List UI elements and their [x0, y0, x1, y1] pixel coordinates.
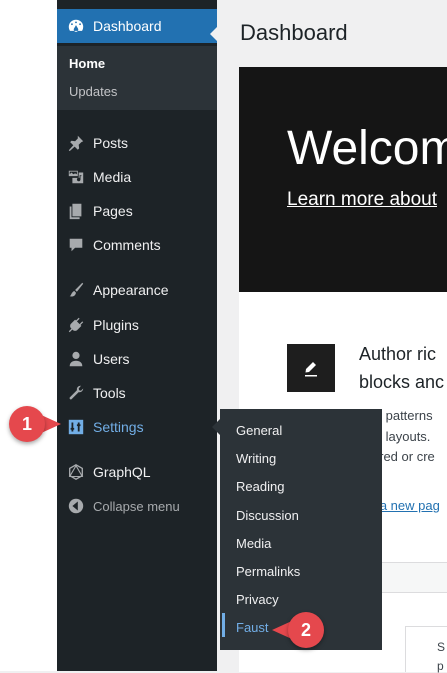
sidebar-item-pages[interactable]: Pages: [57, 194, 217, 228]
comment-icon: [66, 235, 86, 255]
submenu-discussion[interactable]: Discussion: [236, 508, 299, 523]
author-heading-line-1: Author ric: [359, 344, 437, 364]
admin-sidebar: Dashboard Home Updates Posts Media Pages…: [57, 0, 218, 671]
submenu-pointer: [212, 419, 220, 435]
dashboard-submenu: Home Updates: [57, 46, 217, 110]
sidebar-sub-home[interactable]: Home: [69, 56, 105, 71]
sidebar-item-label: Media: [93, 169, 132, 185]
callout-step-2: 2: [272, 612, 324, 648]
page-title: Dashboard: [240, 20, 348, 45]
submenu-writing[interactable]: Writing: [236, 451, 276, 466]
current-item-indicator: [222, 613, 225, 637]
sidebar-item-label: Settings: [93, 419, 144, 435]
sidebar-item-label: Posts: [93, 135, 129, 151]
collapse-menu-button[interactable]: Collapse menu: [57, 489, 217, 523]
dashboard-icon: [66, 16, 86, 36]
collapse-arrow-icon: [66, 496, 86, 516]
paintbrush-icon: [66, 280, 86, 300]
sidebar-item-appearance[interactable]: Appearance: [57, 273, 217, 307]
step-number: 1: [9, 406, 45, 442]
submenu-permalinks[interactable]: Permalinks: [236, 564, 300, 579]
sidebar-item-label: Dashboard: [93, 18, 162, 34]
sidebar-item-label: Appearance: [93, 282, 169, 298]
pencil-icon: [305, 362, 317, 377]
submenu-faust[interactable]: Faust: [236, 620, 269, 635]
wrench-icon: [66, 383, 86, 403]
page-left-margin: [0, 0, 57, 671]
sidebar-item-comments[interactable]: Comments: [57, 228, 217, 262]
pushpin-icon: [66, 133, 86, 153]
sidebar-sub-updates[interactable]: Updates: [69, 84, 117, 99]
submenu-privacy[interactable]: Privacy: [236, 592, 279, 607]
sidebar-item-posts[interactable]: Posts: [57, 126, 217, 160]
editor-feature-icon: [287, 344, 335, 392]
submenu-reading[interactable]: Reading: [236, 479, 284, 494]
sidebar-item-label: Users: [93, 351, 130, 367]
sidebar-item-label: Comments: [93, 237, 161, 253]
submenu-media[interactable]: Media: [236, 536, 271, 551]
sidebar-item-settings[interactable]: Settings: [57, 410, 217, 444]
sidebar-item-plugins[interactable]: Plugins: [57, 308, 217, 342]
media-icon: [66, 167, 86, 187]
step-number: 2: [288, 612, 324, 648]
sidebar-item-media[interactable]: Media: [57, 160, 217, 194]
pages-icon: [66, 201, 86, 221]
user-icon: [66, 349, 86, 369]
sidebar-item-graphql[interactable]: GraphQL: [57, 455, 217, 489]
sidebar-item-label: GraphQL: [93, 464, 151, 480]
sidebar-item-users[interactable]: Users: [57, 342, 217, 376]
graphql-icon: [66, 462, 86, 482]
welcome-panel: Welcom Learn more about: [239, 67, 447, 292]
plugin-icon: [66, 315, 86, 335]
sidebar-item-tools[interactable]: Tools: [57, 376, 217, 410]
sidebar-item-dashboard[interactable]: Dashboard: [57, 9, 218, 43]
sidebar-item-label: Pages: [93, 203, 133, 219]
author-heading-line-2: blocks anc: [359, 372, 445, 392]
sidebar-item-label: Plugins: [93, 317, 139, 333]
sidebar-item-label: Tools: [93, 385, 126, 401]
submenu-general[interactable]: General: [236, 423, 282, 438]
sidebar-item-label: Collapse menu: [93, 498, 180, 514]
active-menu-arrow: [210, 26, 218, 42]
learn-more-link[interactable]: Learn more about: [287, 189, 437, 211]
widget-text: S: [437, 640, 446, 654]
welcome-heading: Welcom: [287, 122, 447, 175]
callout-step-1: 1: [9, 406, 61, 442]
settings-sliders-icon: [66, 417, 86, 437]
